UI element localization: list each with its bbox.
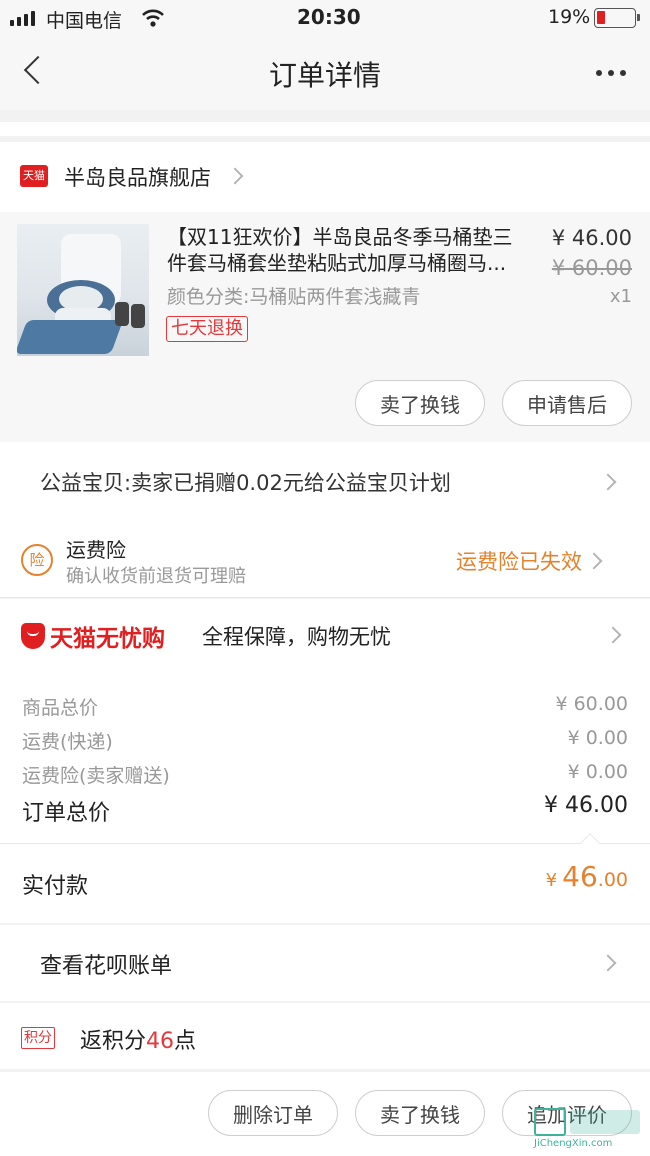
seven-day-return-tag: 七天退换 <box>166 316 248 342</box>
tmall-badge-icon: 天猫 <box>20 165 48 187</box>
insurance-chevron-icon <box>585 552 603 570</box>
sell-for-cash-button[interactable]: 卖了换钱 <box>355 380 485 426</box>
insurance-status: 运费险已失效 <box>456 550 582 574</box>
order-total-label: 订单总价 <box>22 801 111 826</box>
status-bar: 中国电信 20:30 19% <box>0 0 650 36</box>
insurance-icon: 险 <box>21 544 53 576</box>
summary-value-insurance: ¥ 0.00 <box>567 761 628 783</box>
wifi-icon <box>142 9 164 27</box>
order-status-strip <box>0 122 650 136</box>
insurance-title: 运费险 <box>66 538 126 562</box>
summary-value-goods: ¥ 60.00 <box>555 693 628 715</box>
store-header[interactable]: 天猫 半岛良品旗舰店 <box>0 142 650 212</box>
huabei-chevron-icon <box>599 954 617 972</box>
summary-label-shipping: 运费(快递) <box>22 731 113 753</box>
insurance-subtitle: 确认收货前退货可理赔 <box>66 566 246 587</box>
points-value: 46 <box>146 1029 175 1054</box>
paid-amount-row: 实付款 ¥ 46.00 <box>0 833 650 923</box>
paid-currency: ¥ <box>545 870 558 891</box>
bottom-sell-for-cash-button[interactable]: 卖了换钱 <box>355 1090 485 1136</box>
paid-label: 实付款 <box>22 874 89 899</box>
points-text: 返积分46点 <box>80 1023 196 1055</box>
bottom-action-bar: 删除订单 卖了换钱 追加评价 JiChengXin.com <box>0 1072 650 1156</box>
charity-text: 公益宝贝:卖家已捐赠0.02元给公益宝贝计划 <box>40 471 451 495</box>
points-badge: 积分 <box>21 1027 55 1049</box>
product-image <box>17 224 149 356</box>
apply-after-sales-button[interactable]: 申请售后 <box>502 380 632 426</box>
order-total-value: ¥ 46.00 <box>544 793 628 818</box>
product-original-price: ¥ 60.00 <box>551 256 632 280</box>
summary-label-goods: 商品总价 <box>22 697 99 719</box>
item-actions: 卖了换钱 申请售后 <box>0 368 650 442</box>
summary-label-insurance: 运费险(卖家赠送) <box>22 765 170 787</box>
product-price: ¥ 46.00 <box>551 226 632 250</box>
huabei-text: 查看花呗账单 <box>40 954 173 979</box>
shipping-insurance-row[interactable]: 险 运费险 确认收货前退货可理赔 运费险已失效 <box>0 522 650 598</box>
battery-icon <box>594 8 640 28</box>
charity-chevron-icon <box>599 473 617 491</box>
time-text: 20:30 <box>297 5 361 29</box>
nav-bar: 订单详情 <box>0 36 650 110</box>
carrier-text: 中国电信 <box>46 10 123 32</box>
points-prefix: 返积分 <box>80 1029 147 1054</box>
tmall-guarantee-chevron-icon <box>604 626 622 644</box>
paid-dec: .00 <box>597 869 628 891</box>
summary-value-shipping: ¥ 0.00 <box>567 727 628 749</box>
tmall-shield-icon <box>21 623 45 649</box>
store-chevron-icon <box>226 167 244 185</box>
delete-order-button[interactable]: 删除订单 <box>208 1090 338 1136</box>
paid-value: ¥ 46.00 <box>546 860 628 893</box>
store-name: 半岛良品旗舰店 <box>64 166 211 190</box>
signal-icon <box>10 10 40 26</box>
tmall-guarantee-brand: 天猫无忧购 <box>50 626 165 652</box>
tmall-guarantee-text: 全程保障，购物无忧 <box>202 625 391 649</box>
tmall-guarantee-row[interactable]: 天猫无忧购 全程保障，购物无忧 <box>0 599 650 675</box>
product-sku: 颜色分类:马桶贴两件套浅藏青 <box>167 286 421 308</box>
battery-percent: 19% <box>548 6 591 28</box>
product-quantity: x1 <box>609 286 632 307</box>
huabei-row[interactable]: 查看花呗账单 <box>0 925 650 1001</box>
price-summary: 商品总价 ¥ 60.00 运费(快递) ¥ 0.00 运费险(卖家赠送) ¥ 0… <box>0 675 650 843</box>
points-suffix: 点 <box>174 1029 197 1054</box>
points-row: 积分 返积分46点 <box>0 1003 650 1069</box>
watermark-text: JiChengXin.com <box>534 1138 613 1149</box>
product-item[interactable]: 【双11狂欢价】半岛良品冬季马桶垫三 件套马桶套坐垫粘贴式加厚马桶圈马... 颜… <box>0 212 650 368</box>
product-title: 【双11狂欢价】半岛良品冬季马桶垫三 件套马桶套坐垫粘贴式加厚马桶圈马... <box>167 225 513 275</box>
watermark-logo: JiChengXin.com <box>534 1108 642 1152</box>
page-title: 订单详情 <box>268 59 381 92</box>
more-icon[interactable] <box>596 70 630 78</box>
charity-row[interactable]: 公益宝贝:卖家已捐赠0.02元给公益宝贝计划 <box>0 442 650 522</box>
paid-int: 46 <box>562 860 598 893</box>
